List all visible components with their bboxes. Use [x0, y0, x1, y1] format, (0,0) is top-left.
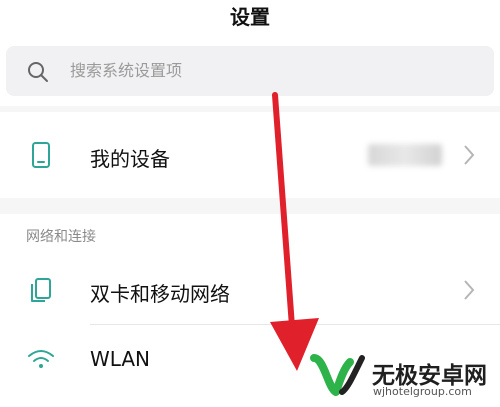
settings-item-dual-sim[interactable]: 双卡和移动网络	[0, 248, 500, 324]
watermark-url: wjhotelgroup.com	[373, 385, 472, 398]
wifi-icon	[28, 350, 54, 368]
settings-item-label: 我的设备	[90, 147, 170, 171]
section-divider	[0, 198, 500, 214]
search-icon	[28, 62, 48, 82]
watermark-logo-icon	[310, 354, 365, 396]
sim-cards-icon	[31, 278, 51, 302]
watermark: 无极安卓网 wjhotelgroup.com	[306, 350, 500, 407]
settings-item-label: 双卡和移动网络	[90, 282, 230, 306]
phone-icon	[32, 142, 50, 168]
device-name-blurred	[368, 144, 442, 166]
search-placeholder: 搜索系统设置项	[70, 61, 183, 80]
chevron-right-icon	[464, 280, 475, 300]
chevron-right-icon	[464, 145, 475, 165]
settings-item-my-device[interactable]: 我的设备	[0, 112, 500, 198]
section-header-network: 网络和连接	[26, 229, 96, 245]
search-bar[interactable]: 搜索系统设置项	[6, 46, 494, 96]
page-title: 设置	[230, 5, 270, 29]
settings-item-label: WLAN	[90, 347, 151, 371]
